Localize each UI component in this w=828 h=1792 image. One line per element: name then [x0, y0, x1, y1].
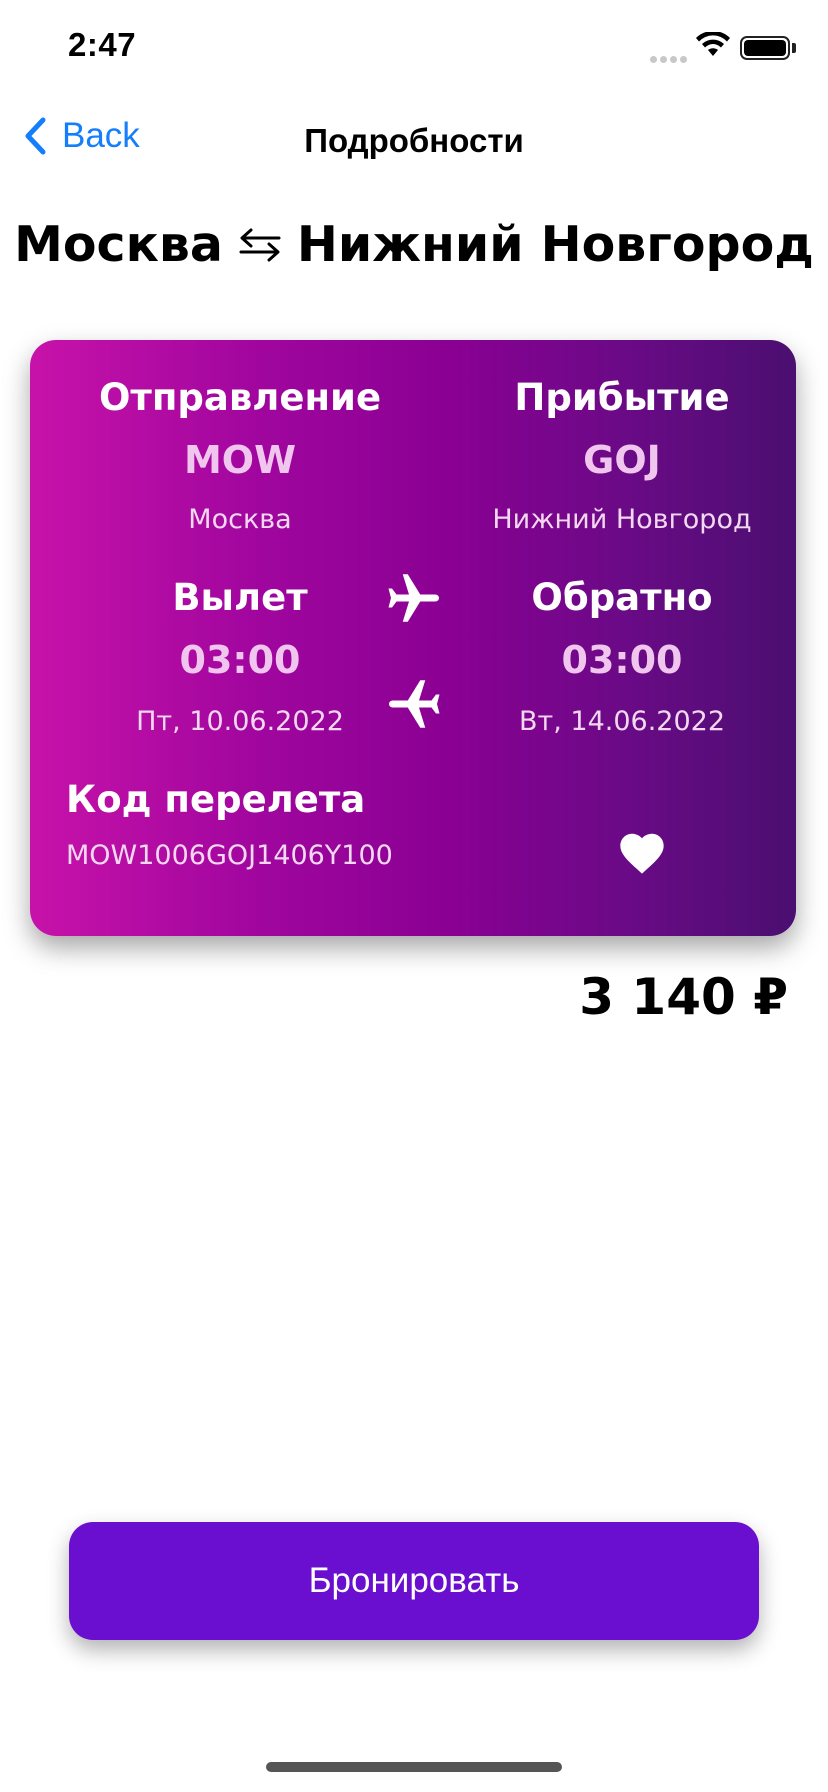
departure-city: Москва — [188, 504, 292, 535]
flight-code: MOW1006GOJ1406Y100 — [66, 840, 393, 871]
outbound-label: Вылет — [172, 576, 308, 619]
swap-arrows-icon — [239, 228, 281, 261]
outbound-time: 03:00 — [179, 638, 301, 682]
book-button[interactable]: Бронировать — [69, 1522, 759, 1640]
route-from: Москва — [14, 216, 223, 273]
page-title: Подробности — [304, 122, 524, 159]
return-label: Обратно — [531, 576, 713, 619]
battery-icon — [740, 36, 790, 60]
arrival-city: Нижний Новгород — [492, 504, 752, 535]
status-time: 2:47 — [68, 26, 137, 63]
flight-code-label: Код перелета — [66, 778, 366, 821]
airplane-return-icon — [389, 680, 440, 728]
home-indicator[interactable] — [266, 1762, 562, 1772]
navigation-bar: Back Подробности — [0, 104, 828, 178]
arrival-label: Прибытие — [514, 376, 730, 419]
route-to: Нижний Новгород — [296, 216, 814, 273]
outbound-date: Пт, 10.06.2022 — [136, 706, 344, 737]
battery-tip — [792, 43, 796, 53]
cellular-signal-icon — [650, 48, 690, 67]
price: 3 140 ₽ — [579, 968, 788, 1026]
departure-code: MOW — [183, 438, 297, 482]
status-bar: 2:47 — [0, 0, 828, 100]
airplane-departure-icon — [388, 574, 439, 622]
flight-card: Отправление MOW Москва Прибытие GOJ Нижн… — [30, 340, 796, 936]
arrival-code: GOJ — [583, 438, 661, 482]
heart-icon[interactable] — [616, 828, 668, 876]
route-heading: Москва Нижний Новгород — [0, 216, 828, 273]
wifi-icon — [696, 32, 730, 56]
return-date: Вт, 14.06.2022 — [518, 706, 725, 737]
return-time: 03:00 — [561, 638, 683, 682]
departure-label: Отправление — [98, 376, 382, 419]
